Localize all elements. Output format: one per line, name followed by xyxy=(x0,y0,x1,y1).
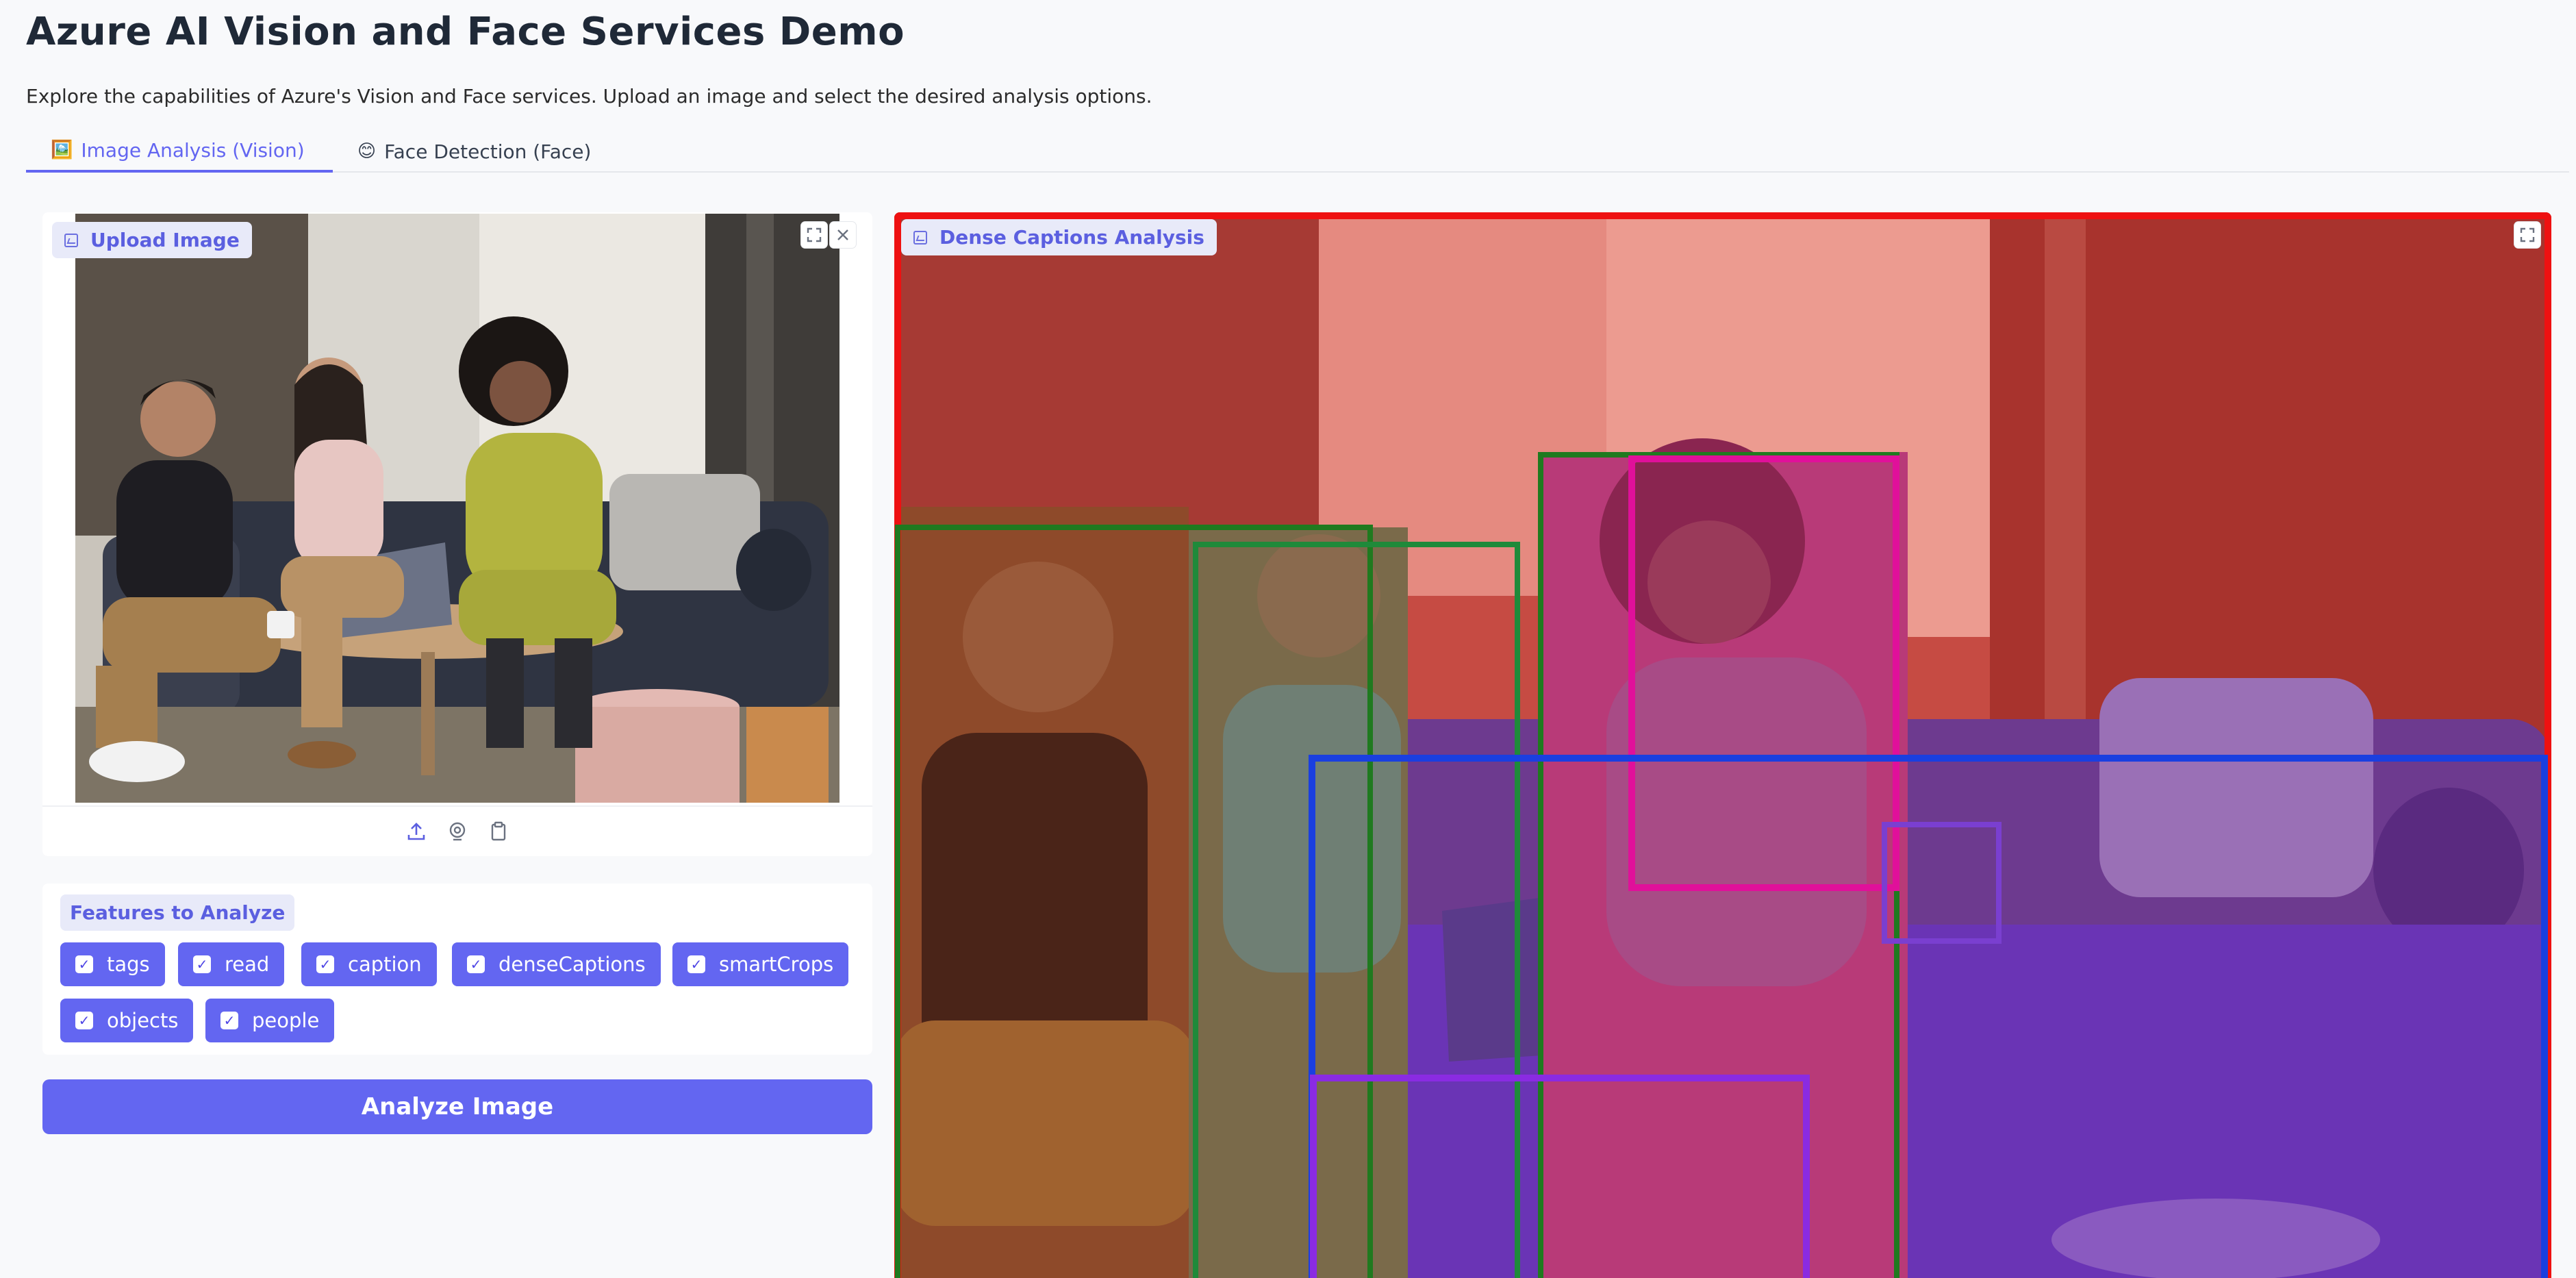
features-label: Features to Analyze xyxy=(60,894,295,931)
tab-label: Face Detection (Face) xyxy=(384,140,592,163)
feature-checkbox-caption[interactable]: ✓ caption xyxy=(301,942,437,986)
analyze-image-button[interactable]: Analyze Image xyxy=(42,1079,872,1134)
checkmark-icon: ✓ xyxy=(316,955,334,973)
image-icon xyxy=(64,233,78,247)
feature-checkbox-people[interactable]: ✓ people xyxy=(205,999,335,1042)
page-description: Explore the capabilities of Azure's Visi… xyxy=(26,85,1152,108)
feature-checkbox-objects[interactable]: ✓ objects xyxy=(60,999,194,1042)
checkmark-icon: ✓ xyxy=(687,955,705,973)
upload-icon[interactable] xyxy=(405,820,428,843)
feature-checkbox-densecaptions[interactable]: ✓ denseCaptions xyxy=(452,942,661,986)
annotated-result-image xyxy=(894,212,2551,1278)
smiley-icon: 😊 xyxy=(357,141,377,162)
dense-captions-label: Dense Captions Analysis xyxy=(901,219,1217,255)
fullscreen-icon[interactable] xyxy=(801,222,827,248)
webcam-icon[interactable] xyxy=(446,820,469,843)
clipboard-icon[interactable] xyxy=(487,820,510,843)
features-panel: Features to Analyze ✓ tags ✓ read ✓ capt… xyxy=(42,884,872,1055)
feature-checkbox-read[interactable]: ✓ read xyxy=(178,942,285,986)
upload-image-panel[interactable]: Upload Image xyxy=(42,212,872,856)
upload-source-toolbar xyxy=(42,805,872,856)
close-icon[interactable] xyxy=(830,222,856,248)
dense-captions-result-panel: Dense Captions Analysis xyxy=(894,212,2551,1278)
tab-face-detection[interactable]: 😊 Face Detection (Face) xyxy=(333,130,616,173)
checkmark-icon: ✓ xyxy=(467,955,485,973)
checkmark-icon: ✓ xyxy=(75,1012,93,1029)
fullscreen-icon[interactable] xyxy=(2514,222,2540,248)
upload-image-label: Upload Image xyxy=(52,222,252,258)
picture-icon: 🖼️ xyxy=(51,140,73,160)
tab-bar: 🖼️ Image Analysis (Vision) 😊 Face Detect… xyxy=(26,130,2569,173)
tab-image-analysis[interactable]: 🖼️ Image Analysis (Vision) xyxy=(26,130,333,173)
image-icon xyxy=(913,230,927,245)
page-title: Azure AI Vision and Face Services Demo xyxy=(26,10,905,54)
uploaded-image xyxy=(75,214,839,803)
checkmark-icon: ✓ xyxy=(75,955,93,973)
feature-checkbox-tags[interactable]: ✓ tags xyxy=(60,942,165,986)
checkmark-icon: ✓ xyxy=(220,1012,238,1029)
tab-label: Image Analysis (Vision) xyxy=(81,138,305,162)
feature-checkbox-smartcrops[interactable]: ✓ smartCrops xyxy=(672,942,849,986)
checkmark-icon: ✓ xyxy=(193,955,211,973)
